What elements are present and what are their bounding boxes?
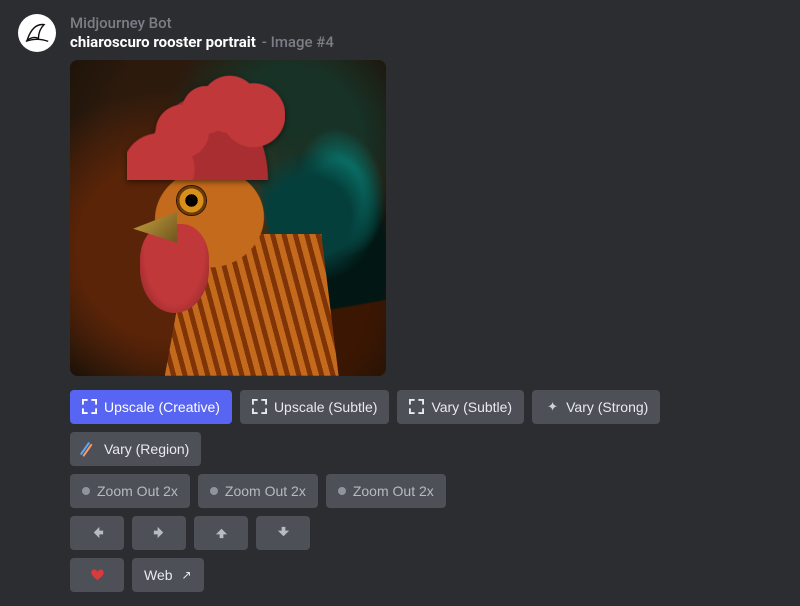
message-container: Midjourney Bot chiaroscuro rooster portr… [0, 0, 800, 606]
arrow-right-icon [152, 525, 167, 540]
button-label: Vary (Region) [104, 441, 189, 457]
dim-dot-icon [210, 487, 218, 495]
midjourney-logo-icon [23, 19, 51, 47]
action-buttons: Upscale (Creative) Upscale (Subtle) Vary… [70, 390, 782, 592]
image-number-tag: - Image #4 [262, 33, 334, 52]
expand-icon [252, 399, 267, 414]
vary-subtle-button[interactable]: Vary (Subtle) [397, 390, 524, 424]
upscale-creative-button[interactable]: Upscale (Creative) [70, 390, 232, 424]
zoom-out-button[interactable]: Zoom Out 2x [326, 474, 446, 508]
message-content: Midjourney Bot chiaroscuro rooster portr… [70, 14, 782, 592]
pan-right-button[interactable] [132, 516, 186, 550]
sparkle-icon: ✦ [544, 399, 559, 414]
expand-icon [82, 399, 97, 414]
arrow-left-icon [90, 525, 105, 540]
dim-dot-icon [338, 487, 346, 495]
favorite-button[interactable] [70, 558, 124, 592]
zoom-out-button[interactable]: Zoom Out 2x [70, 474, 190, 508]
heart-icon [90, 567, 105, 582]
pan-down-button[interactable] [256, 516, 310, 550]
upscale-subtle-button[interactable]: Upscale (Subtle) [240, 390, 390, 424]
pan-up-button[interactable] [194, 516, 248, 550]
pan-left-button[interactable] [70, 516, 124, 550]
generated-image[interactable] [70, 60, 386, 376]
zoom-out-button[interactable]: Zoom Out 2x [198, 474, 318, 508]
action-row-4: Web ↗ [70, 558, 782, 592]
dim-dot-icon [82, 487, 90, 495]
button-label: Zoom Out 2x [353, 483, 434, 499]
open-web-button[interactable]: Web ↗ [132, 558, 204, 592]
bot-avatar [18, 14, 56, 52]
title-line: chiaroscuro rooster portrait - Image #4 [70, 33, 782, 52]
button-label: Vary (Strong) [566, 399, 648, 415]
button-label: Web [144, 567, 173, 583]
expand-icon [409, 399, 424, 414]
pen-icon [82, 441, 97, 456]
action-row-3 [70, 516, 782, 550]
vary-region-button[interactable]: Vary (Region) [70, 432, 201, 466]
button-label: Upscale (Subtle) [274, 399, 378, 415]
arrow-up-icon [214, 525, 229, 540]
prompt-title: chiaroscuro rooster portrait [70, 33, 256, 52]
external-link-icon: ↗ [182, 568, 192, 582]
bot-name: Midjourney Bot [70, 14, 172, 32]
vary-strong-button[interactable]: ✦ Vary (Strong) [532, 390, 660, 424]
button-label: Vary (Subtle) [431, 399, 512, 415]
arrow-down-icon [276, 525, 291, 540]
button-label: Zoom Out 2x [225, 483, 306, 499]
action-row-1: Upscale (Creative) Upscale (Subtle) Vary… [70, 390, 782, 466]
button-label: Upscale (Creative) [104, 399, 220, 415]
button-label: Zoom Out 2x [97, 483, 178, 499]
action-row-2: Zoom Out 2x Zoom Out 2x Zoom Out 2x [70, 474, 782, 508]
header-line: Midjourney Bot [70, 14, 782, 32]
